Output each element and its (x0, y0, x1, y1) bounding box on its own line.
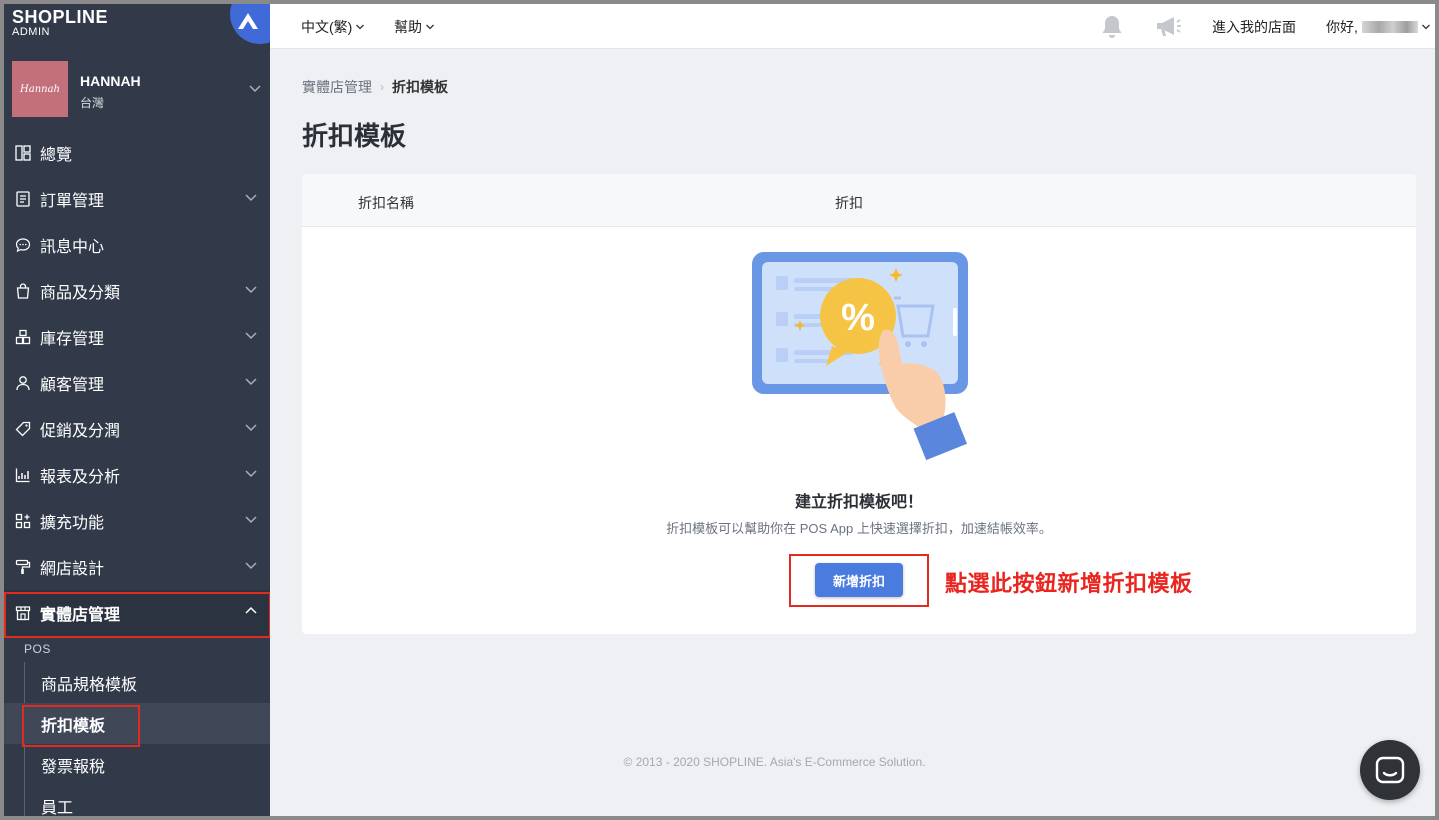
chevron-down-icon (245, 378, 257, 386)
annotation-callout: 點選此按鈕新增折扣模板 (945, 571, 1193, 596)
user-icon (14, 374, 32, 392)
language-selector[interactable]: 中文(繁) (301, 17, 365, 37)
sidebar-subitem-invoice-tax[interactable]: 發票報稅 (4, 744, 270, 785)
language-label: 中文(繁) (301, 19, 353, 35)
apps-icon (14, 512, 32, 530)
section-label-pos: POS (24, 642, 51, 656)
chat-launcher-button[interactable] (1360, 740, 1420, 800)
chevron-down-icon (1421, 24, 1430, 30)
discount-template-card: 折扣名稱 折扣 % 建立折扣模板吧！ 折扣模板可以幫助你在 POS App 上快… (302, 174, 1416, 634)
chevron-down-icon (245, 332, 257, 340)
mountain-icon (238, 13, 258, 29)
sidebar-item-label: 顧客管理 (40, 377, 105, 394)
sidebar-nav: 總覽 訂單管理 訊息中心 商品及分類 庫存管理 顧客管理 促銷及分潤 報表及分析… (4, 130, 270, 638)
empty-state-description: 折扣模板可以幫助你在 POS App 上快速選擇折扣，加速結帳效率。 (666, 521, 1052, 536)
chevron-down-icon (249, 85, 261, 93)
store-region: 台灣 (80, 96, 105, 110)
discount-tablet-illustration: % (752, 252, 968, 461)
empty-state-title: 建立折扣模板吧！ (794, 494, 923, 511)
enter-store-link[interactable]: 進入我的店面 (1212, 17, 1296, 37)
brand-logo[interactable]: SHOPLINE ADMIN (12, 8, 108, 38)
sidebar-subitem-label: 折扣模板 (41, 717, 106, 735)
store-avatar: Hannah (12, 61, 68, 117)
sidebar-item-label: 實體店管理 (40, 607, 121, 624)
sidebar-item-design[interactable]: 網店設計 (4, 544, 270, 590)
sidebar-item-inventory[interactable]: 庫存管理 (4, 314, 270, 360)
chevron-down-icon (245, 286, 257, 294)
sidebar-item-orders[interactable]: 訂單管理 (4, 176, 270, 222)
order-icon (14, 190, 32, 208)
chevron-down-icon (245, 194, 257, 202)
percent-symbol: % (841, 297, 875, 339)
username-redacted (1361, 21, 1418, 33)
megaphone-icon[interactable] (1154, 14, 1182, 40)
greeting-label: 你好, (1326, 19, 1358, 35)
enter-store-label: 進入我的店面 (1212, 19, 1296, 35)
chevron-up-icon (245, 606, 257, 614)
sidebar-subitem-label: 發票報稅 (41, 758, 106, 776)
brand-logo-text: SHOPLINE (12, 7, 109, 27)
table-header: 折扣名稱 折扣 (302, 174, 1416, 227)
sidebar-item-products[interactable]: 商品及分類 (4, 268, 270, 314)
tag-icon (14, 420, 32, 438)
chevron-down-icon (245, 424, 257, 432)
chat-icon (1375, 756, 1405, 784)
user-menu[interactable]: 你好, (1326, 17, 1431, 37)
breadcrumb: 實體店管理 › 折扣模板 (302, 77, 448, 97)
sidebar-item-label: 促銷及分潤 (40, 423, 121, 440)
sidebar-item-label: 總覽 (40, 147, 73, 164)
chevron-down-icon (356, 24, 365, 30)
column-header-name: 折扣名稱 (358, 195, 414, 211)
sidebar-item-reports[interactable]: 報表及分析 (4, 452, 270, 498)
sidebar-item-promotions[interactable]: 促銷及分潤 (4, 406, 270, 452)
chevron-down-icon (245, 562, 257, 570)
sidebar: SHOPLINE ADMIN Hannah HANNAH 台灣 總覽 訂單管理 (4, 4, 270, 816)
sidebar-item-label: 商品及分類 (40, 285, 121, 302)
message-icon (14, 236, 32, 254)
sidebar-item-messages[interactable]: 訊息中心 (4, 222, 270, 268)
page-title: 折扣模板 (302, 121, 407, 151)
footer-copyright: © 2013 - 2020 SHOPLINE. Asia's E-Commerc… (623, 755, 926, 769)
bell-icon[interactable] (1100, 14, 1124, 40)
sidebar-subitem-label: 員工 (41, 799, 74, 817)
sidebar-item-label: 訂單管理 (40, 193, 105, 210)
brand-sub-text: ADMIN (12, 26, 50, 38)
sidebar-item-apps[interactable]: 擴充功能 (4, 498, 270, 544)
sidebar-subnav: 商品規格模板 折扣模板 發票報稅 員工 (4, 662, 270, 816)
store-icon (14, 604, 32, 622)
help-menu[interactable]: 幫助 (394, 17, 435, 37)
breadcrumb-separator-icon: › (380, 80, 384, 94)
sidebar-subitem-discount-templates[interactable]: 折扣模板 (4, 703, 270, 747)
add-discount-button[interactable]: 新增折扣 (815, 563, 903, 597)
store-switcher[interactable]: Hannah HANNAH 台灣 (12, 61, 262, 117)
brand-corner-badge (230, 4, 270, 44)
chevron-down-icon (245, 516, 257, 524)
chevron-down-icon (426, 24, 434, 30)
breadcrumb-current: 折扣模板 (392, 79, 448, 95)
inventory-icon (14, 328, 32, 346)
store-avatar-text: Hannah (20, 83, 60, 95)
sidebar-subitem-label: 商品規格模板 (41, 676, 138, 694)
breadcrumb-parent[interactable]: 實體店管理 (302, 77, 372, 97)
chevron-down-icon (245, 470, 257, 478)
sidebar-subitem-spec-templates[interactable]: 商品規格模板 (4, 662, 270, 703)
chart-icon (14, 466, 32, 484)
sidebar-item-label: 擴充功能 (40, 515, 105, 532)
app-window: SHOPLINE ADMIN Hannah HANNAH 台灣 總覽 訂單管理 (4, 4, 1435, 816)
sidebar-item-customers[interactable]: 顧客管理 (4, 360, 270, 406)
help-label: 幫助 (394, 19, 422, 35)
column-header-discount: 折扣 (835, 195, 863, 211)
sidebar-item-label: 訊息中心 (40, 239, 105, 256)
sidebar-item-label: 報表及分析 (40, 469, 121, 486)
paint-roller-icon (14, 558, 32, 576)
sidebar-subitem-staff[interactable]: 員工 (4, 785, 270, 817)
sidebar-item-retail-store[interactable]: 實體店管理 (4, 590, 270, 638)
sidebar-item-label: 庫存管理 (40, 331, 105, 348)
store-name: HANNAH (80, 73, 141, 89)
sidebar-item-overview[interactable]: 總覽 (4, 130, 270, 176)
dashboard-icon (14, 144, 32, 162)
bag-icon (14, 282, 32, 300)
sidebar-item-label: 網店設計 (40, 561, 105, 578)
top-bar: 中文(繁) 幫助 進入我的店面 你好, (270, 4, 1435, 49)
